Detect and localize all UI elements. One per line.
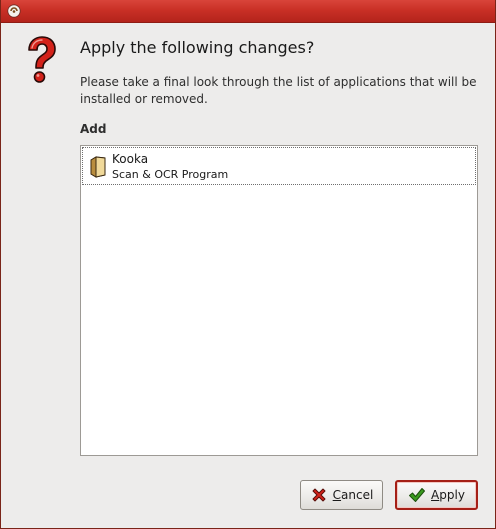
add-section-label: Add [80, 122, 107, 136]
cancel-mnemonic: C [332, 488, 342, 502]
apply-button[interactable]: Apply [395, 480, 478, 510]
app-name: Kooka [112, 152, 149, 166]
dialog-heading: Apply the following changes? [80, 38, 315, 57]
green-check-icon [409, 488, 426, 502]
package-icon [90, 156, 106, 178]
apply-label-rest: pply [439, 488, 465, 502]
apply-label: Apply [431, 488, 465, 502]
app-menu-icon[interactable] [7, 4, 21, 18]
cancel-label: Cancel [333, 488, 374, 502]
question-icon [28, 36, 56, 83]
app-description: Scan & OCR Program [112, 168, 229, 181]
dialog-description: Please take a final look through the lis… [80, 75, 477, 106]
title-bar[interactable] [1, 0, 495, 23]
dialog-window: Apply the following changes? Please take… [0, 0, 496, 529]
changes-list[interactable]: Kooka Scan & OCR Program [80, 145, 478, 456]
red-x-icon [312, 488, 326, 502]
cancel-label-rest: ancel [341, 488, 374, 502]
list-item[interactable]: Kooka Scan & OCR Program [82, 147, 476, 185]
cancel-button[interactable]: Cancel [300, 480, 383, 510]
